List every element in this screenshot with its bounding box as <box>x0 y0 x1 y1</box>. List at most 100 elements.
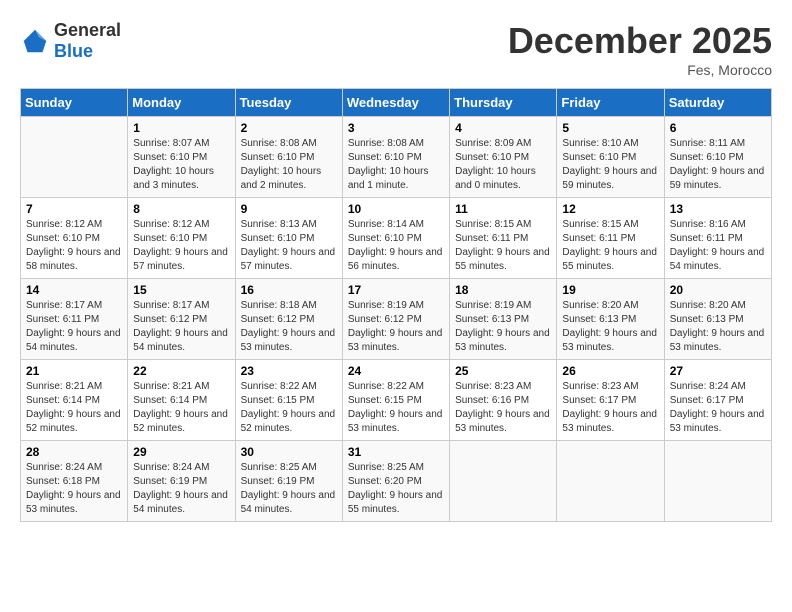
day-number: 25 <box>455 364 551 378</box>
sunset: Sunset: 6:10 PM <box>133 233 207 244</box>
day-info: Sunrise: 8:19 AM Sunset: 6:13 PM Dayligh… <box>455 299 551 355</box>
day-number: 13 <box>670 202 766 216</box>
weekday-header: Saturday <box>664 89 771 117</box>
logo: General Blue <box>20 20 121 62</box>
sunset: Sunset: 6:10 PM <box>348 152 422 163</box>
day-info: Sunrise: 8:08 AM Sunset: 6:10 PM Dayligh… <box>348 137 444 193</box>
weekday-header: Sunday <box>21 89 128 117</box>
calendar-cell: 19 Sunrise: 8:20 AM Sunset: 6:13 PM Dayl… <box>557 279 664 360</box>
sunrise: Sunrise: 8:21 AM <box>133 381 209 392</box>
sunset: Sunset: 6:13 PM <box>670 314 744 325</box>
daylight: Daylight: 9 hours and 53 minutes. <box>562 409 657 434</box>
location: Fes, Morocco <box>508 62 772 78</box>
calendar-cell: 5 Sunrise: 8:10 AM Sunset: 6:10 PM Dayli… <box>557 117 664 198</box>
day-info: Sunrise: 8:16 AM Sunset: 6:11 PM Dayligh… <box>670 218 766 274</box>
daylight: Daylight: 9 hours and 55 minutes. <box>562 247 657 272</box>
calendar-cell: 27 Sunrise: 8:24 AM Sunset: 6:17 PM Dayl… <box>664 360 771 441</box>
day-info: Sunrise: 8:17 AM Sunset: 6:11 PM Dayligh… <box>26 299 122 355</box>
sunset: Sunset: 6:11 PM <box>562 233 635 244</box>
day-number: 10 <box>348 202 444 216</box>
page-header: General Blue December 2025 Fes, Morocco <box>20 20 772 78</box>
day-info: Sunrise: 8:10 AM Sunset: 6:10 PM Dayligh… <box>562 137 658 193</box>
calendar-cell: 14 Sunrise: 8:17 AM Sunset: 6:11 PM Dayl… <box>21 279 128 360</box>
day-info: Sunrise: 8:24 AM Sunset: 6:17 PM Dayligh… <box>670 380 766 436</box>
calendar-cell: 21 Sunrise: 8:21 AM Sunset: 6:14 PM Dayl… <box>21 360 128 441</box>
weekday-header: Thursday <box>450 89 557 117</box>
daylight: Daylight: 9 hours and 54 minutes. <box>133 490 228 515</box>
day-number: 27 <box>670 364 766 378</box>
daylight: Daylight: 9 hours and 53 minutes. <box>26 490 121 515</box>
daylight: Daylight: 10 hours and 3 minutes. <box>133 166 214 191</box>
day-number: 4 <box>455 121 551 135</box>
sunrise: Sunrise: 8:13 AM <box>241 219 317 230</box>
daylight: Daylight: 9 hours and 59 minutes. <box>670 166 765 191</box>
day-number: 1 <box>133 121 229 135</box>
sunset: Sunset: 6:12 PM <box>348 314 422 325</box>
sunrise: Sunrise: 8:19 AM <box>348 300 424 311</box>
calendar-cell: 15 Sunrise: 8:17 AM Sunset: 6:12 PM Dayl… <box>128 279 235 360</box>
daylight: Daylight: 10 hours and 1 minute. <box>348 166 429 191</box>
calendar-cell: 30 Sunrise: 8:25 AM Sunset: 6:19 PM Dayl… <box>235 441 342 522</box>
sunrise: Sunrise: 8:09 AM <box>455 138 531 149</box>
sunset: Sunset: 6:10 PM <box>348 233 422 244</box>
day-info: Sunrise: 8:18 AM Sunset: 6:12 PM Dayligh… <box>241 299 337 355</box>
day-info: Sunrise: 8:19 AM Sunset: 6:12 PM Dayligh… <box>348 299 444 355</box>
day-info: Sunrise: 8:13 AM Sunset: 6:10 PM Dayligh… <box>241 218 337 274</box>
calendar-cell <box>557 441 664 522</box>
sunrise: Sunrise: 8:12 AM <box>133 219 209 230</box>
day-info: Sunrise: 8:11 AM Sunset: 6:10 PM Dayligh… <box>670 137 766 193</box>
calendar-cell: 29 Sunrise: 8:24 AM Sunset: 6:19 PM Dayl… <box>128 441 235 522</box>
sunset: Sunset: 6:10 PM <box>455 152 529 163</box>
sunrise: Sunrise: 8:14 AM <box>348 219 424 230</box>
day-number: 23 <box>241 364 337 378</box>
sunrise: Sunrise: 8:12 AM <box>26 219 102 230</box>
daylight: Daylight: 9 hours and 54 minutes. <box>670 247 765 272</box>
day-info: Sunrise: 8:24 AM Sunset: 6:19 PM Dayligh… <box>133 461 229 517</box>
sunrise: Sunrise: 8:24 AM <box>133 462 209 473</box>
daylight: Daylight: 10 hours and 2 minutes. <box>241 166 322 191</box>
sunset: Sunset: 6:10 PM <box>670 152 744 163</box>
day-number: 8 <box>133 202 229 216</box>
sunrise: Sunrise: 8:18 AM <box>241 300 317 311</box>
sunrise: Sunrise: 8:19 AM <box>455 300 531 311</box>
sunset: Sunset: 6:19 PM <box>241 476 315 487</box>
day-number: 9 <box>241 202 337 216</box>
logo-blue: Blue <box>54 41 93 61</box>
calendar-cell: 26 Sunrise: 8:23 AM Sunset: 6:17 PM Dayl… <box>557 360 664 441</box>
day-number: 28 <box>26 445 122 459</box>
calendar-cell: 16 Sunrise: 8:18 AM Sunset: 6:12 PM Dayl… <box>235 279 342 360</box>
day-info: Sunrise: 8:12 AM Sunset: 6:10 PM Dayligh… <box>133 218 229 274</box>
month-title: December 2025 <box>508 20 772 62</box>
daylight: Daylight: 9 hours and 57 minutes. <box>241 247 336 272</box>
day-number: 6 <box>670 121 766 135</box>
calendar-cell: 8 Sunrise: 8:12 AM Sunset: 6:10 PM Dayli… <box>128 198 235 279</box>
logo-icon <box>20 26 50 56</box>
sunrise: Sunrise: 8:07 AM <box>133 138 209 149</box>
day-info: Sunrise: 8:15 AM Sunset: 6:11 PM Dayligh… <box>455 218 551 274</box>
sunrise: Sunrise: 8:20 AM <box>562 300 638 311</box>
sunset: Sunset: 6:12 PM <box>133 314 207 325</box>
daylight: Daylight: 9 hours and 53 minutes. <box>670 328 765 353</box>
daylight: Daylight: 9 hours and 54 minutes. <box>241 490 336 515</box>
daylight: Daylight: 9 hours and 53 minutes. <box>348 409 443 434</box>
day-number: 2 <box>241 121 337 135</box>
sunset: Sunset: 6:10 PM <box>562 152 636 163</box>
daylight: Daylight: 9 hours and 53 minutes. <box>670 409 765 434</box>
sunset: Sunset: 6:13 PM <box>455 314 529 325</box>
calendar-week-row: 28 Sunrise: 8:24 AM Sunset: 6:18 PM Dayl… <box>21 441 772 522</box>
weekday-header: Monday <box>128 89 235 117</box>
day-number: 31 <box>348 445 444 459</box>
sunset: Sunset: 6:12 PM <box>241 314 315 325</box>
day-info: Sunrise: 8:21 AM Sunset: 6:14 PM Dayligh… <box>133 380 229 436</box>
sunrise: Sunrise: 8:17 AM <box>26 300 102 311</box>
logo-general: General <box>54 20 121 40</box>
daylight: Daylight: 9 hours and 53 minutes. <box>241 328 336 353</box>
day-info: Sunrise: 8:23 AM Sunset: 6:16 PM Dayligh… <box>455 380 551 436</box>
day-info: Sunrise: 8:15 AM Sunset: 6:11 PM Dayligh… <box>562 218 658 274</box>
sunset: Sunset: 6:18 PM <box>26 476 100 487</box>
sunrise: Sunrise: 8:21 AM <box>26 381 102 392</box>
sunset: Sunset: 6:14 PM <box>26 395 100 406</box>
sunset: Sunset: 6:10 PM <box>241 233 315 244</box>
calendar-cell: 11 Sunrise: 8:15 AM Sunset: 6:11 PM Dayl… <box>450 198 557 279</box>
sunset: Sunset: 6:11 PM <box>455 233 528 244</box>
